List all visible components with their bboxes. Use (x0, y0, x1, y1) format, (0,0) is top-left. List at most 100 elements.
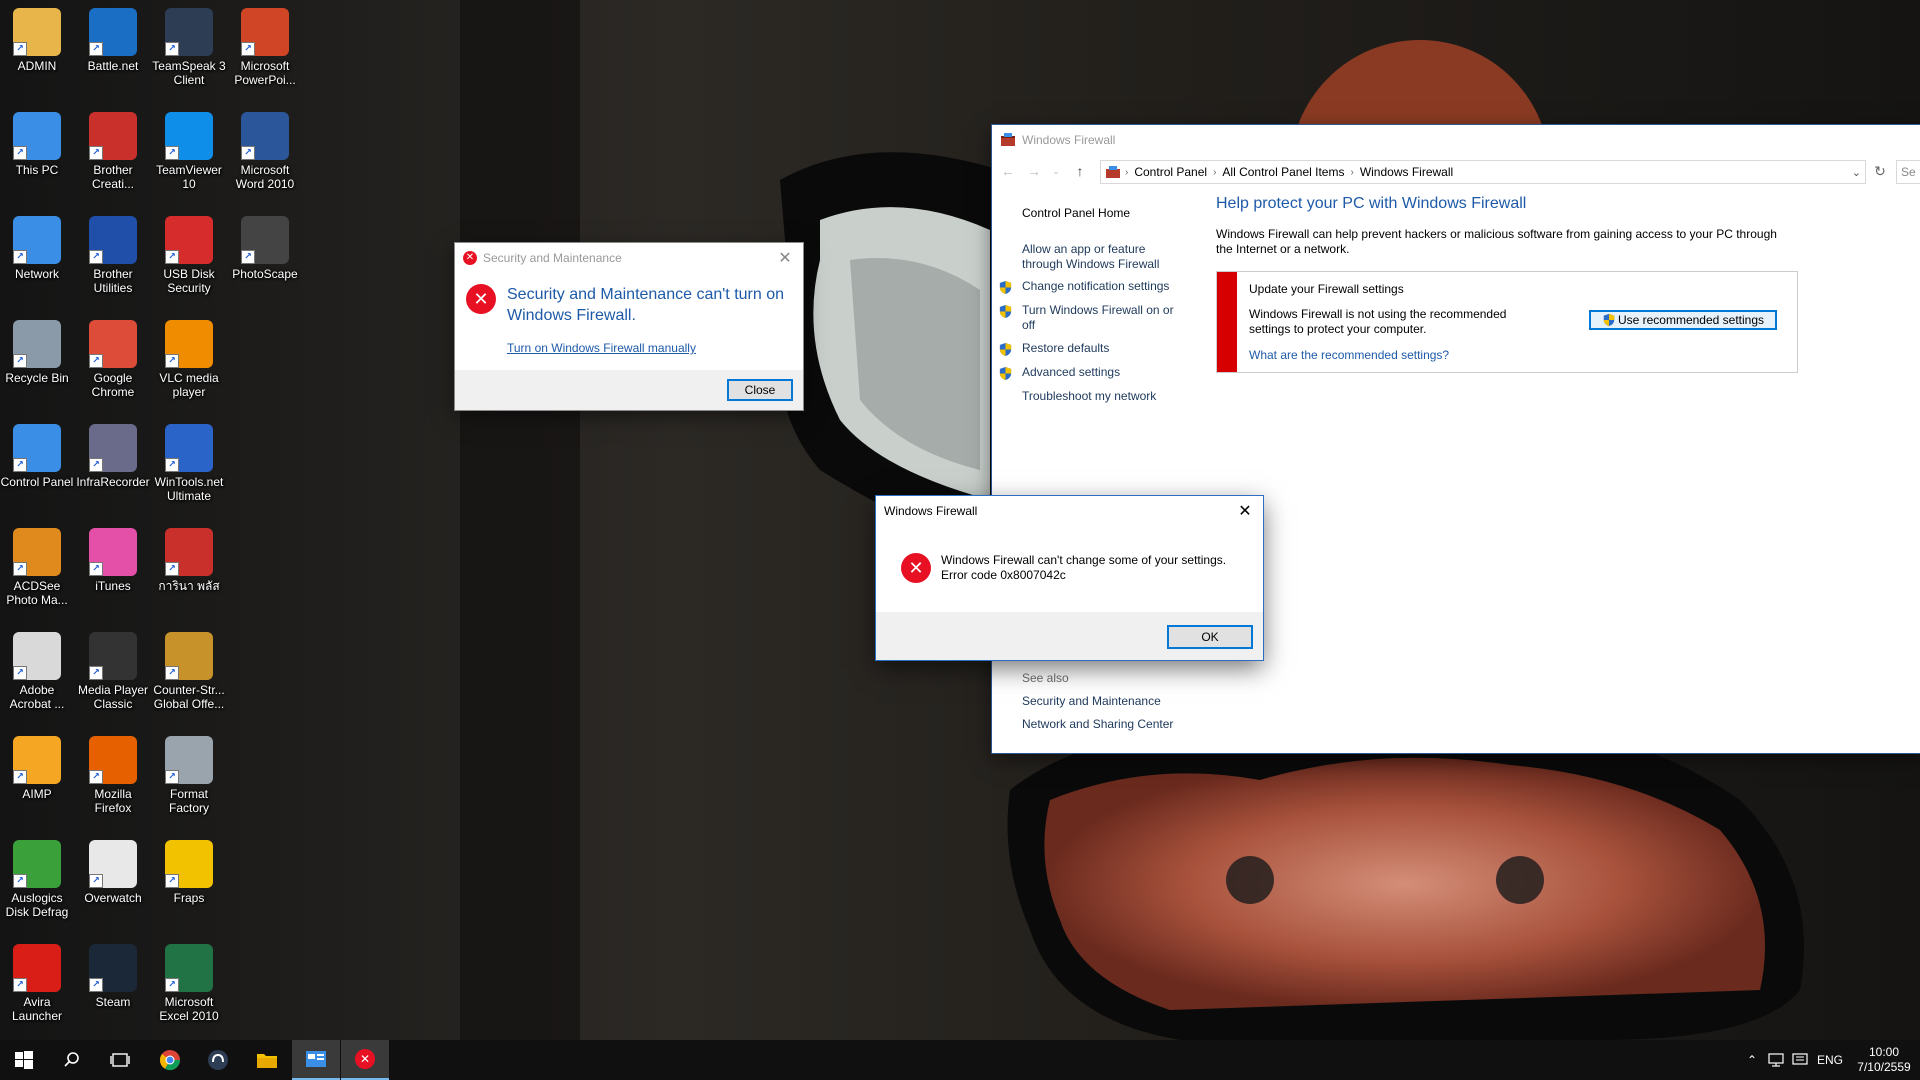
desktop-icon[interactable]: ↗ Microsoft Word 2010 (228, 106, 302, 202)
taskbar-file-explorer[interactable] (243, 1040, 291, 1080)
desktop-icon[interactable]: ↗ AIMP (0, 730, 74, 826)
desktop-icon-label: Counter-Str... Global Offe... (153, 683, 225, 711)
task-view-button[interactable] (96, 1040, 144, 1080)
nav-control-panel-home[interactable]: Control Panel Home (1022, 206, 1130, 221)
see-also-network-sharing-center[interactable]: Network and Sharing Center (1022, 717, 1173, 732)
shortcut-arrow-icon: ↗ (13, 874, 27, 888)
desktop-icon[interactable]: ↗ Steam (76, 938, 150, 1034)
error-dialog-titlebar[interactable]: Windows Firewall ✕ (876, 496, 1263, 526)
nav-restore-defaults[interactable]: Restore defaults (1022, 341, 1109, 356)
shortcut-arrow-icon: ↗ (241, 42, 255, 56)
ok-button[interactable]: OK (1167, 625, 1253, 649)
desktop-icon[interactable]: ↗ Brother Utilities (76, 210, 150, 306)
desktop-icon[interactable]: ↗ Network (0, 210, 74, 306)
desktop-icon[interactable]: ↗ Microsoft Excel 2010 (152, 938, 226, 1034)
desktop-icon[interactable]: ↗ ACDSee Photo Ma... (0, 522, 74, 618)
desktop-icon-label: Adobe Acrobat ... (9, 683, 65, 711)
clock-date: 7/10/2559 (1857, 1060, 1911, 1074)
wintools-icon: ↗ (165, 424, 213, 472)
desktop-icon[interactable]: ↗ Adobe Acrobat ... (0, 626, 74, 722)
address-bar[interactable]: › Control Panel › All Control Panel Item… (1100, 160, 1866, 184)
desktop-icon[interactable]: ↗ Fraps (152, 834, 226, 930)
nav-advanced-settings[interactable]: Advanced settings (1022, 365, 1120, 380)
desktop-icon[interactable]: ↗ VLC media player (152, 314, 226, 410)
turn-on-firewall-manually-link[interactable]: Turn on Windows Firewall manually (507, 341, 696, 355)
desktop-icon[interactable]: ↗ iTunes (76, 522, 150, 618)
back-arrow-icon[interactable]: ← (996, 156, 1020, 186)
desktop-icon[interactable]: ↗ Auslogics Disk Defrag (0, 834, 74, 930)
sm-dialog-titlebar[interactable]: ✕ Security and Maintenance ✕ (455, 243, 803, 273)
desktop-icon[interactable]: ↗ Battle.net (76, 2, 150, 98)
teamspeak-icon: ↗ (165, 8, 213, 56)
uac-shield-icon (999, 280, 1012, 295)
nav-change-notification-settings[interactable]: Change notification settings (1022, 279, 1169, 294)
breadcrumb-all-items[interactable]: All Control Panel Items (1216, 165, 1350, 179)
desktop-icon[interactable]: ↗ Microsoft PowerPoi... (228, 2, 302, 98)
firewall-alert-box: Update your Firewall settings Windows Fi… (1216, 271, 1798, 373)
desktop-icon[interactable]: ↗ Recycle Bin (0, 314, 74, 410)
breadcrumb-windows-firewall[interactable]: Windows Firewall (1354, 165, 1459, 179)
firewall-window-titlebar[interactable]: Windows Firewall (992, 125, 1920, 155)
search-button[interactable] (48, 1040, 96, 1080)
input-language-indicator[interactable]: ENG (1814, 1040, 1846, 1080)
desktop-icon[interactable]: ↗ TeamViewer 10 (152, 106, 226, 202)
desktop-icon[interactable]: ↗ การินา พลัส (152, 522, 226, 618)
desktop-icon[interactable]: ↗ Overwatch (76, 834, 150, 930)
shortcut-arrow-icon: ↗ (13, 458, 27, 472)
error-dialog-footer: OK (876, 612, 1263, 660)
see-also-security-maintenance[interactable]: Security and Maintenance (1022, 694, 1161, 709)
sm-dialog-footer: Close (455, 370, 803, 410)
desktop-icon[interactable]: ↗ Format Factory (152, 730, 226, 826)
shortcut-arrow-icon: ↗ (89, 562, 103, 576)
taskbar-control-panel[interactable] (292, 1040, 340, 1080)
desktop-icon[interactable]: ↗ WinTools.net Ultimate (152, 418, 226, 514)
use-recommended-settings-button[interactable]: Use recommended settings (1589, 310, 1777, 330)
taskbar-chrome[interactable] (146, 1040, 194, 1080)
desktop-icon-label: AIMP (22, 787, 52, 801)
firewall-error-dialog: Windows Firewall ✕ ✕ Windows Firewall ca… (876, 496, 1263, 660)
shortcut-arrow-icon: ↗ (241, 146, 255, 160)
desktop-icon[interactable]: ↗ USB Disk Security (152, 210, 226, 306)
desktop-icon[interactable]: ↗ PhotoScape (228, 210, 302, 306)
page-title: Help protect your PC with Windows Firewa… (1216, 195, 1527, 212)
desktop-icon[interactable]: ↗ Counter-Str... Global Offe... (152, 626, 226, 722)
desktop-icon[interactable]: ↗ Control Panel (0, 418, 74, 514)
start-button[interactable] (0, 1040, 48, 1080)
close-button[interactable]: Close (727, 379, 793, 401)
nav-allow-app[interactable]: Allow an app or feature through Windows … (1022, 242, 1172, 272)
desktop-icon[interactable]: ↗ Avira Launcher (0, 938, 74, 1034)
tray-action-center-icon[interactable] (1788, 1040, 1812, 1080)
garena-icon: ↗ (165, 528, 213, 576)
taskbar-teamspeak[interactable] (194, 1040, 242, 1080)
breadcrumb-control-panel[interactable]: Control Panel (1128, 165, 1213, 179)
desktop-icon[interactable]: ↗ Brother Creati... (76, 106, 150, 202)
desktop-icon[interactable]: ↗ Media Player Classic (76, 626, 150, 722)
desktop-icon[interactable]: ↗ TeamSpeak 3 Client (152, 2, 226, 98)
search-input[interactable]: Se (1896, 160, 1920, 184)
uac-shield-icon (999, 342, 1012, 357)
desktop-icon[interactable]: ↗ Google Chrome (76, 314, 150, 410)
close-icon[interactable]: ✕ (767, 243, 803, 273)
taskbar-security-maintenance[interactable]: ✕ (341, 1040, 389, 1080)
recommended-settings-link[interactable]: What are the recommended settings? (1249, 348, 1449, 362)
show-hidden-icons-chevron-icon[interactable]: ⌃ (1740, 1040, 1764, 1080)
shortcut-arrow-icon: ↗ (165, 562, 179, 576)
recent-dropdown-icon[interactable]: ⌄ (1044, 156, 1068, 186)
desktop-icon[interactable]: ↗ InfraRecorder (76, 418, 150, 514)
csgo-icon: ↗ (165, 632, 213, 680)
desktop-icon[interactable]: ↗ ADMIN (0, 2, 74, 98)
nav-turn-firewall-on-off[interactable]: Turn Windows Firewall on or off (1022, 303, 1182, 333)
tray-network-icon[interactable] (1764, 1040, 1788, 1080)
desktop-icon[interactable]: ↗ Mozilla Firefox (76, 730, 150, 826)
nav-troubleshoot-network[interactable]: Troubleshoot my network (1022, 389, 1156, 404)
usb-security-icon: ↗ (165, 216, 213, 264)
shortcut-arrow-icon: ↗ (89, 354, 103, 368)
acdsee-icon: ↗ (13, 528, 61, 576)
desktop-icon[interactable]: ↗ This PC (0, 106, 74, 202)
forward-arrow-icon[interactable]: → (1022, 156, 1046, 186)
refresh-icon[interactable]: ↻ (1868, 156, 1892, 186)
address-dropdown-icon[interactable]: ⌄ (1852, 166, 1861, 179)
up-arrow-icon[interactable]: ↑ (1068, 156, 1092, 186)
taskbar-clock[interactable]: 10:00 7/10/2559 (1852, 1040, 1916, 1080)
close-icon[interactable]: ✕ (1227, 496, 1263, 526)
